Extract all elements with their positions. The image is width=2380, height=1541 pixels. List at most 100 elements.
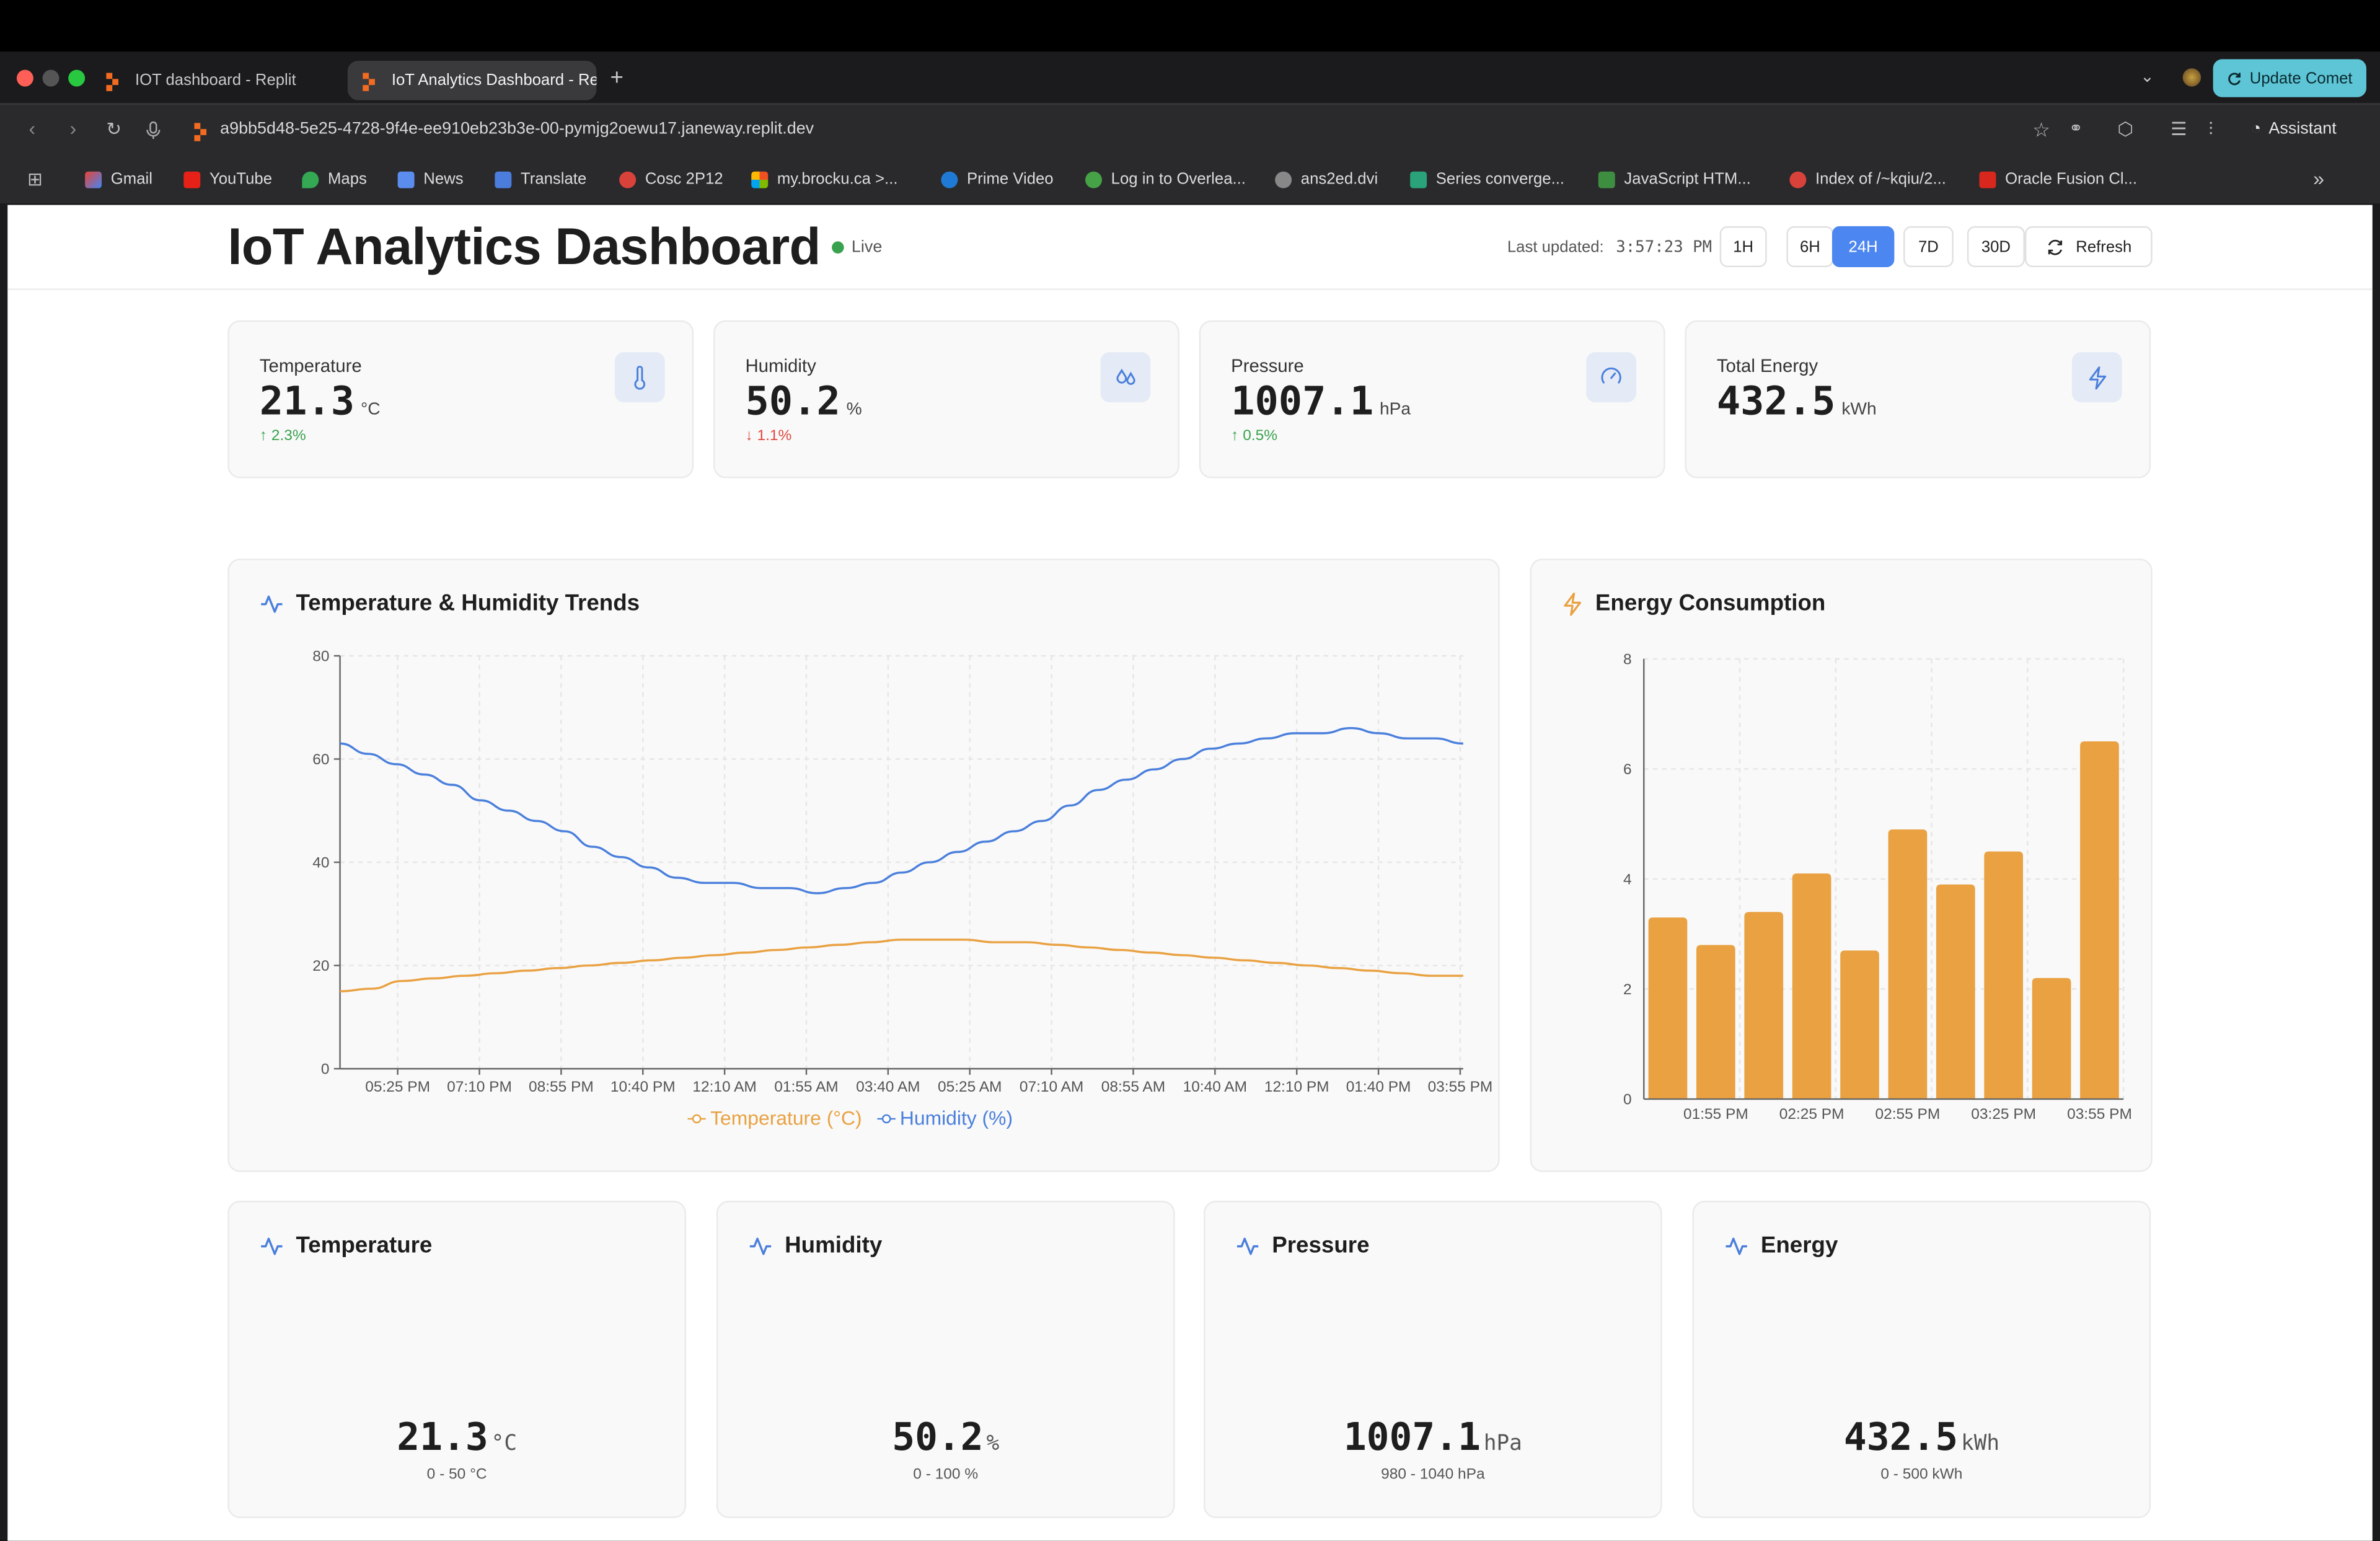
page-title: IoT Analytics Dashboard (227, 218, 821, 276)
bookmark-gmail[interactable]: Gmail (85, 170, 152, 188)
legend-line-icon (687, 1113, 706, 1123)
energy-bar[interactable] (1888, 829, 1928, 1100)
back-icon[interactable]: ‹ (29, 117, 36, 140)
apps-grid-icon[interactable]: ⊞ (27, 169, 43, 190)
range-button-30d[interactable]: 30D (1967, 226, 2025, 268)
energy-bar[interactable] (2032, 978, 2071, 1100)
series-line-temperature[interactable] (340, 938, 1463, 992)
activity-icon (1236, 1237, 1259, 1255)
bookmark-label: JavaScript HTM... (1624, 170, 1751, 188)
energy-bar[interactable] (1936, 884, 1975, 1100)
bookmark-javascript[interactable]: JavaScript HTM... (1598, 170, 1751, 188)
close-window-button[interactable] (16, 69, 33, 87)
prime-video-icon (941, 170, 958, 188)
range-button-1h[interactable]: 1H (1719, 226, 1767, 268)
bookmark-overleaf[interactable]: Log in to Overlea... (1085, 170, 1246, 188)
link-icon[interactable]: ⚭ (2069, 118, 2083, 138)
trends-chart-title: Temperature & Humidity Trends (260, 591, 640, 616)
tab-label: IoT Analytics Dashboard - Re (391, 71, 597, 90)
zap-icon (1564, 591, 1582, 616)
bookmark-maps[interactable]: Maps (302, 170, 367, 188)
bookmark-ans2ed[interactable]: ans2ed.dvi (1275, 170, 1378, 188)
tab-iot-analytics-dashboard[interactable]: IoT Analytics Dashboard - Re (347, 60, 597, 100)
stat-number: 21.3 (259, 379, 355, 425)
x-tick-label: 03:55 PM (2067, 1106, 2132, 1123)
energy-bar[interactable] (1984, 851, 2024, 1100)
assistant-label: Assistant (2268, 120, 2337, 138)
zoom-window-button[interactable] (68, 69, 86, 87)
bookmark-mybrocku[interactable]: my.brocku.ca >... (751, 170, 898, 188)
stat-unit: kWh (1841, 400, 1877, 419)
y-tick-label: 40 (312, 855, 329, 872)
tab-list-chevron-icon[interactable]: ⌄ (2140, 67, 2154, 86)
gauge-card-temperature: Temperature 21.3 °C 0 - 50 °C (227, 1201, 686, 1518)
voice-wave-icon[interactable]: ⫶ (2208, 118, 2213, 141)
range-button-7d[interactable]: 7D (1903, 226, 1954, 268)
microphone-icon[interactable] (146, 121, 161, 139)
energy-bar[interactable] (1744, 912, 1784, 1100)
energy-bar[interactable] (2080, 741, 2119, 1100)
reload-icon[interactable]: ↻ (106, 118, 121, 139)
gauge-title: Humidity (748, 1233, 882, 1258)
stat-label: Humidity (745, 355, 816, 377)
stat-value: 1007.1 hPa (1231, 379, 1411, 425)
legend-humidity[interactable]: Humidity (%) (877, 1106, 1013, 1129)
gauge-range: 0 - 100 % (913, 1466, 979, 1483)
stat-value: 21.3 °C (260, 379, 381, 425)
legend-temperature[interactable]: Temperature (°C) (687, 1106, 862, 1129)
stat-change: ↑ 2.3% (259, 428, 306, 445)
bookmark-translate[interactable]: Translate (495, 170, 586, 188)
x-tick-label: 07:10 PM (447, 1079, 512, 1095)
energy-bar[interactable] (1648, 917, 1688, 1100)
tab-iot-dashboard-replit[interactable]: IOT dashboard - Replit (91, 61, 342, 100)
refresh-label: Refresh (2076, 237, 2132, 256)
gauge-card-humidity: Humidity 50.2% 0 - 100 % (716, 1201, 1175, 1518)
bookmark-star-icon[interactable]: ☆ (2032, 118, 2050, 143)
range-button-6h[interactable]: 6H (1786, 226, 1834, 268)
live-dot-icon (832, 241, 844, 254)
bookmark-prime-video[interactable]: Prime Video (941, 170, 1054, 188)
bookmark-oracle[interactable]: Oracle Fusion Cl... (1979, 170, 2137, 188)
x-tick-label: 08:55 PM (529, 1079, 594, 1095)
series-line-humidity[interactable] (340, 726, 1463, 894)
extensions-icon[interactable]: ⬡ (2117, 118, 2133, 139)
stat-number: 50.2 (745, 379, 840, 425)
profile-avatar[interactable] (2182, 68, 2202, 87)
energy-bar[interactable] (1696, 945, 1735, 1100)
update-comet-label: Update Comet (2249, 69, 2353, 87)
x-tick-label: 02:25 PM (1779, 1106, 1844, 1123)
bookmark-series[interactable]: Series converge... (1410, 170, 1564, 188)
refresh-button[interactable]: Refresh (2024, 226, 2153, 268)
assistant-button[interactable]: ◔ Assistant (2251, 120, 2337, 138)
url-text[interactable]: a9bb5d48-5e25-4728-9f4e-ee910eb23b3e-00-… (220, 120, 814, 138)
thermometer-icon (614, 352, 665, 402)
x-tick-label: 03:25 PM (1971, 1106, 2036, 1123)
stat-label: Temperature (259, 355, 362, 377)
range-button-24h[interactable]: 24H (1831, 226, 1895, 268)
bookmark-label: my.brocku.ca >... (777, 170, 898, 188)
site-replit-icon (194, 123, 211, 141)
bookmark-youtube[interactable]: YouTube (183, 170, 272, 188)
minimize-window-button[interactable] (42, 69, 60, 87)
bookmark-news[interactable]: News (397, 170, 464, 188)
energy-bar[interactable] (1792, 873, 1831, 1100)
update-comet-button[interactable]: Update Comet (2213, 59, 2366, 97)
stat-unit: °C (360, 400, 381, 419)
forward-icon[interactable]: › (70, 117, 77, 140)
menu-lines-icon[interactable]: ☰ (2171, 118, 2187, 139)
droplets-icon (1100, 352, 1151, 402)
legend-label: Humidity (%) (899, 1106, 1013, 1130)
y-tick-label: 20 (312, 958, 329, 974)
bookmark-label: Series converge... (1435, 170, 1565, 188)
new-tab-plus-icon[interactable]: + (610, 65, 623, 91)
bookmark-label: Maps (327, 170, 367, 188)
stat-label: Total Energy (1716, 355, 1818, 377)
browser-window: IOT dashboard - Replit IoT Analytics Das… (0, 51, 2380, 1541)
assistant-icon: ◔ (2250, 120, 2262, 138)
last-updated: Last updated: 3:57:23 PM (1507, 238, 1712, 256)
bookmark-cosc[interactable]: Cosc 2P12 (619, 170, 723, 188)
replit-icon (363, 72, 379, 91)
bookmark-index[interactable]: Index of /~kqiu/2... (1789, 170, 1946, 188)
energy-bar[interactable] (1840, 950, 1879, 1100)
more-bookmarks-icon[interactable]: » (2313, 167, 2324, 190)
